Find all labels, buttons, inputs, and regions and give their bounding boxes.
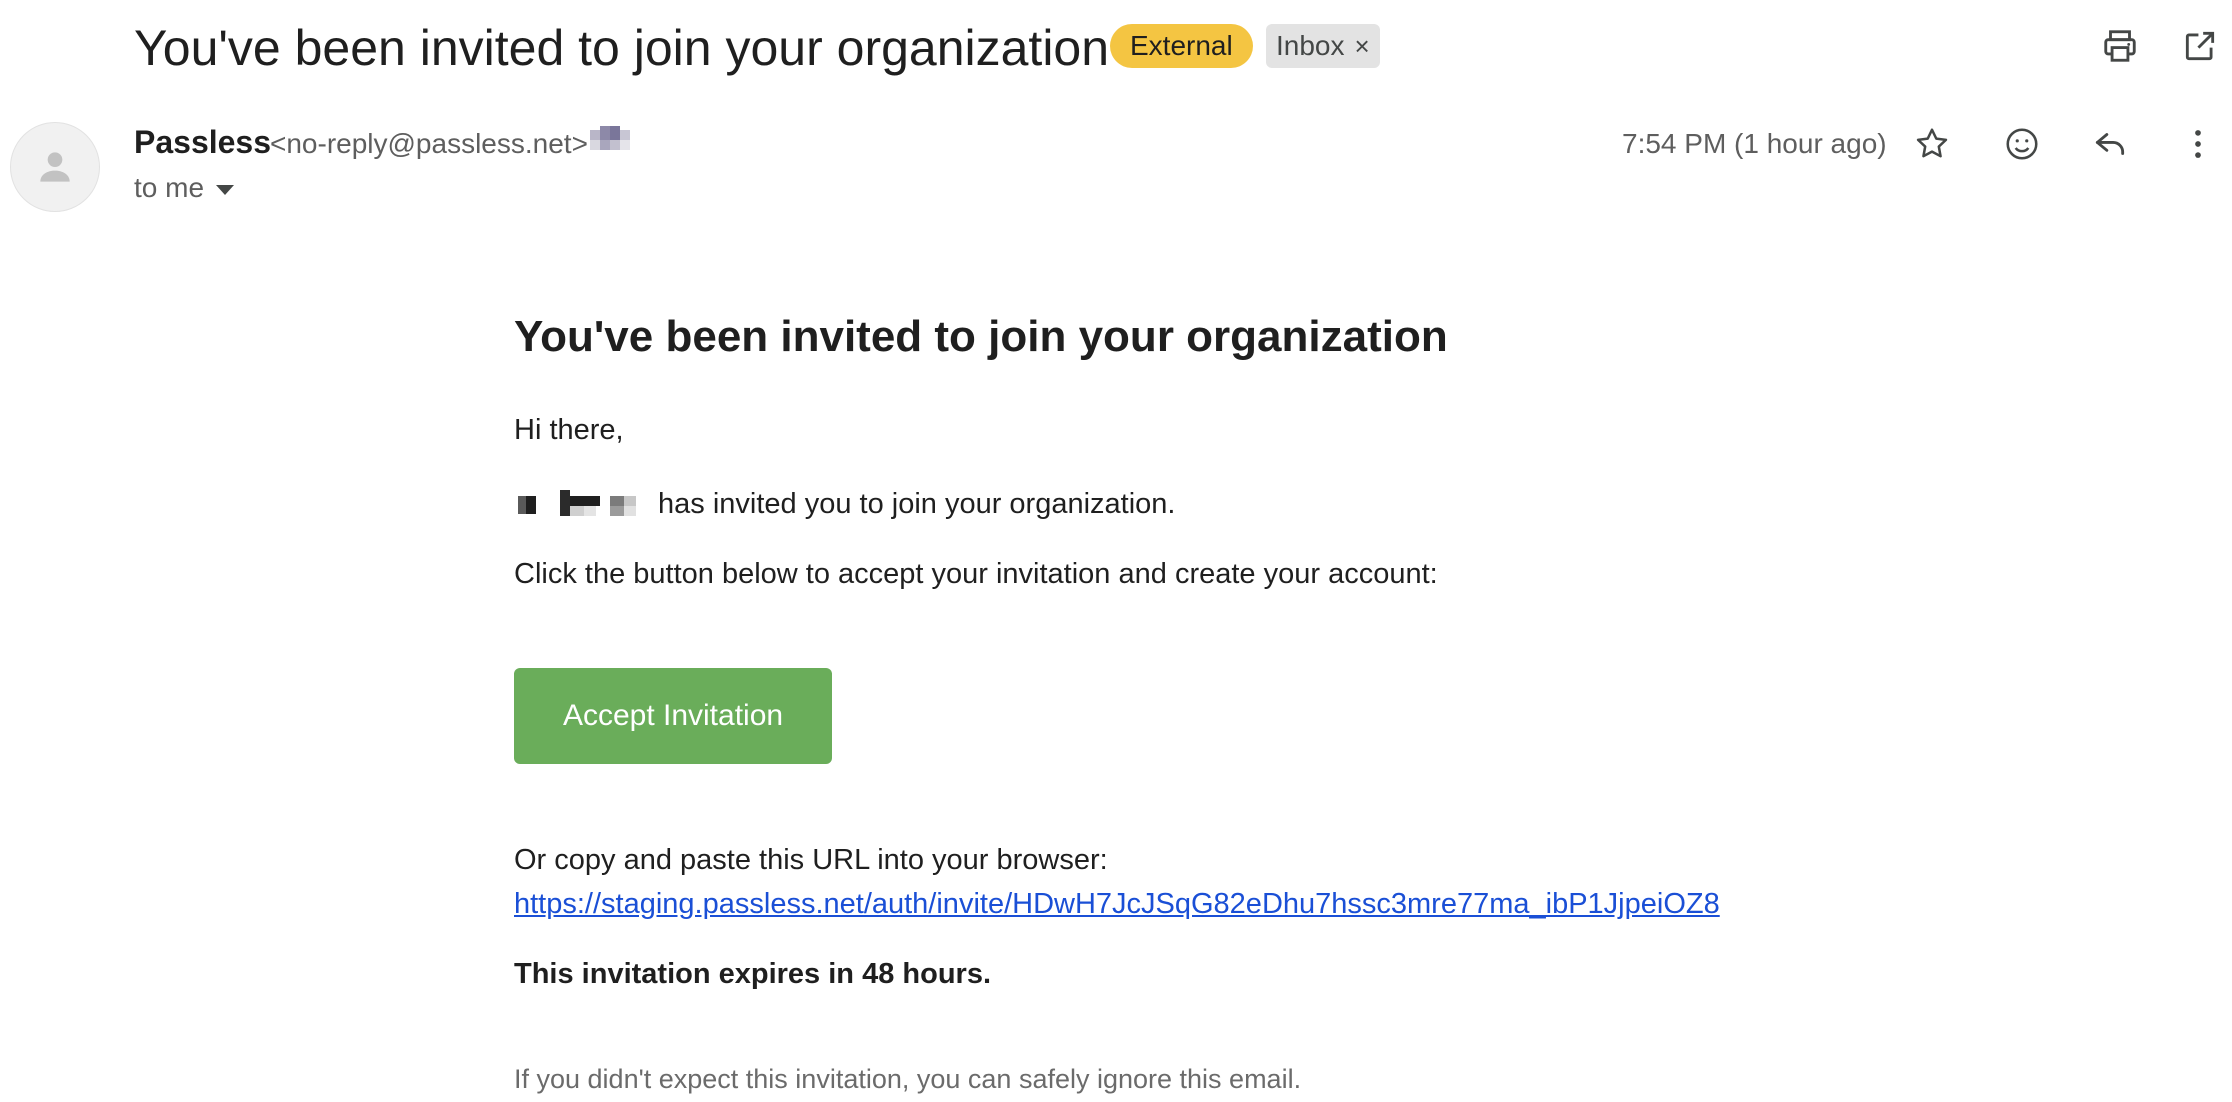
invited-line: has invited you to join your organizatio… [514,486,1175,522]
email-subject: You've been invited to join your organiz… [134,20,1110,76]
more-vert-icon[interactable] [2170,116,2226,172]
greeting-text: Hi there, [514,414,624,446]
sender-email: <no-reply@passless.net> [270,128,588,159]
recipient-details-toggle[interactable]: to me [134,172,235,204]
invitation-url-link[interactable]: https://staging.passless.net/auth/invite… [514,888,1720,921]
person-icon [40,152,70,182]
sender-name[interactable]: Passless [134,124,271,161]
inbox-label-text: Inbox [1276,30,1345,61]
print-icon[interactable] [2092,18,2148,74]
redacted-sender-info [590,126,630,150]
accept-invitation-button[interactable]: Accept Invitation [514,668,832,764]
ignore-notice: If you didn't expect this invitation, yo… [514,1064,1302,1094]
redacted-inviter-name [518,490,636,516]
recipient-label: to me [134,172,205,203]
sender-avatar[interactable] [10,122,100,212]
remove-label-icon[interactable]: × [1355,24,1370,68]
emoji-icon[interactable] [1994,116,2050,172]
open-in-new-icon[interactable] [2172,18,2228,74]
star-icon[interactable] [1904,116,1960,172]
body-heading: You've been invited to join your organiz… [514,312,1448,361]
inbox-label-chip[interactable]: Inbox × [1266,24,1380,68]
expiry-notice: This invitation expires in 48 hours. [514,958,991,990]
reply-icon[interactable] [2082,116,2138,172]
invited-text: has invited you to join your organizatio… [658,487,1176,520]
email-timestamp: 7:54 PM (1 hour ago) [1622,128,1887,159]
instruction-text: Click the button below to accept your in… [514,558,1438,590]
chevron-down-icon [216,185,235,195]
copy-url-text: Or copy and paste this URL into your bro… [514,844,1108,876]
external-label-badge: External [1110,24,1253,68]
